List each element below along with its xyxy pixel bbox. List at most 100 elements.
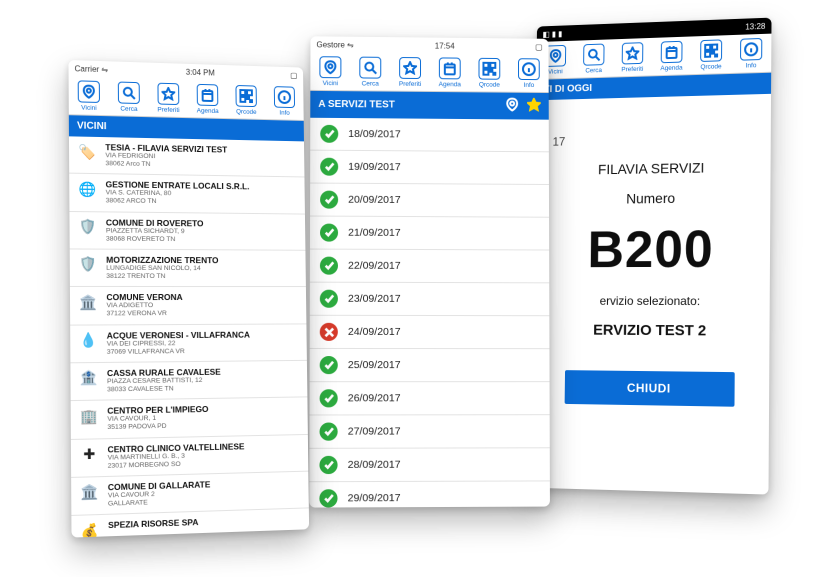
nav-label: Vicini [81,104,97,111]
nav-label: Vicini [548,68,563,75]
place-icon: 🛡️ [78,254,98,274]
nav-qrcode[interactable]: Qrcode [227,81,266,119]
place-address-2: 38033 CAVALESE TN [107,384,300,395]
date-row[interactable]: 22/09/2017 [310,250,549,284]
nav-qrcode[interactable]: Qrcode [691,35,731,74]
info-icon [740,38,762,61]
pin-icon[interactable] [505,98,519,115]
place-address-2: 37069 VILLAFRANCA VR [107,347,299,357]
date-row[interactable]: 28/09/2017 [309,448,550,482]
nav-label: Agenda [197,107,219,114]
date-row[interactable]: 29/09/2017 [309,481,550,507]
pin-icon [78,80,100,103]
nav-label: Info [746,62,757,69]
list-item[interactable]: 🌐GESTIONE ENTRATE LOCALI S.R.L.VIA S. CA… [69,174,305,214]
info-icon [518,58,540,80]
phone-vicini: Carrier ⇋ 3:04 PM ▢ ViciniCercaPreferiti… [68,60,309,538]
date-row[interactable]: 24/09/2017 [310,316,550,349]
search-icon [583,44,604,66]
date-value: 20/09/2017 [348,194,401,206]
date-value: 18/09/2017 [348,128,400,140]
list-item[interactable]: ✚CENTRO CLINICO VALTELLINESEVIA MARTINEL… [71,434,308,477]
date-value: 29/09/2017 [348,492,401,504]
star-icon [399,57,421,79]
nav-preferiti[interactable]: Preferiti [613,38,652,77]
ticket-number: B200 [551,219,752,280]
nav-cerca[interactable]: Cerca [350,53,390,91]
place-icon: ✚ [79,444,99,465]
fav-star-icon[interactable] [527,98,541,115]
status-time: 13:28 [745,21,765,31]
nav-agenda[interactable]: Agenda [188,80,227,118]
ticket-sub: 17 [552,130,752,148]
place-name: SPEZIA RISORSE SPA [108,514,301,531]
list-item[interactable]: 💧ACQUE VERONESI - VILLAFRANCAVIA DEI CIP… [70,324,307,363]
nav-agenda[interactable]: Agenda [430,53,470,91]
list-item[interactable]: 🏢CENTRO PER L'IMPIEGOVIA CAVOUR, 135139 … [71,398,308,440]
date-row[interactable]: 21/09/2017 [310,217,549,251]
check-icon [320,224,338,242]
screen-title: VICINI [77,120,107,132]
place-name: COMUNE VERONA [106,292,298,302]
status-icons: ◧ ▮ ▮ [543,29,563,38]
nav-label: Preferiti [157,106,179,113]
date-value: 21/09/2017 [348,227,401,239]
calendar-icon [439,57,461,79]
ticket-panel: 17 FILAVIA SERVIZI Numero B200 ervizio s… [531,94,771,485]
date-value: 28/09/2017 [348,459,401,471]
nav-info[interactable]: Info [509,54,549,92]
qr-icon [235,85,256,107]
close-button[interactable]: CHIUDI [565,370,735,407]
list-item[interactable]: 🛡️MOTORIZZAZIONE TRENTOLUNGADIGE SAN NIC… [70,249,306,287]
nav-label: Vicini [323,80,338,87]
date-row[interactable]: 25/09/2017 [310,349,550,382]
place-name: MOTORIZZAZIONE TRENTO [106,255,298,266]
qr-icon [478,58,500,80]
date-row[interactable]: 27/09/2017 [309,415,549,449]
nav-preferiti[interactable]: Preferiti [149,78,189,117]
star-icon [622,42,644,64]
list-item[interactable]: 🛡️COMUNE DI ROVERETOPIAZZETTA SICHARDT, … [69,212,305,251]
date-row[interactable]: 18/09/2017 [310,118,549,153]
nav-info[interactable]: Info [265,82,304,120]
nav-label: Cerca [362,80,379,87]
nav-cerca[interactable]: Cerca [109,77,149,116]
place-icon: 💰 [80,520,101,537]
list-item[interactable]: 🏷️TESIA - FILAVIA SERVIZI TESTVIA FEDRIG… [69,136,304,177]
nav-cerca[interactable]: Cerca [574,39,613,77]
selected-service: ERVIZIO TEST 2 [550,322,751,340]
x-icon [320,323,338,341]
check-icon [320,158,338,176]
pin-icon [319,56,341,78]
nav-label: Info [279,110,289,117]
check-icon [320,423,338,441]
nav-vicini[interactable]: Vicini [310,52,350,90]
date-row[interactable]: 23/09/2017 [310,283,550,317]
check-icon [320,257,338,275]
status-carrier: Gestore ⇋ [316,40,353,49]
nav-label: Qrcode [479,82,500,89]
place-address-2: 38122 TRENTO TN [106,273,298,281]
nav-vicini[interactable]: Vicini [69,76,109,115]
date-row[interactable]: 26/09/2017 [309,382,549,415]
check-icon [319,489,337,507]
date-row[interactable]: 19/09/2017 [310,151,549,185]
date-row[interactable]: 20/09/2017 [310,184,549,218]
phone-agenda: Gestore ⇋ 17:54 ▢ ViciniCercaPreferitiAg… [309,36,550,507]
check-icon [320,356,338,374]
number-label: Numero [552,189,752,208]
check-icon [319,456,337,474]
calendar-icon [661,41,683,63]
place-address-2: 38068 ROVERETO TN [106,235,298,244]
nav-info[interactable]: Info [731,34,771,73]
list-item[interactable]: 🏦CASSA RURALE CAVALESEPIAZZA CESARE BATT… [70,361,307,402]
date-value: 27/09/2017 [348,425,401,437]
check-icon [320,191,338,209]
nav-preferiti[interactable]: Preferiti [390,53,430,91]
nav-strip: Vicini Cerca PreferitiAgenda Qrcode Info [310,52,548,93]
date-list: 18/09/2017 19/09/2017 20/09/2017 21/09/2017… [309,118,550,508]
list-item[interactable]: 🏛️COMUNE VERONAVIA ADIGETTO37122 VERONA … [70,287,306,325]
nav-label: Info [524,82,535,89]
nav-qrcode[interactable]: Qrcode [470,54,510,92]
nav-agenda[interactable]: Agenda [652,36,692,75]
